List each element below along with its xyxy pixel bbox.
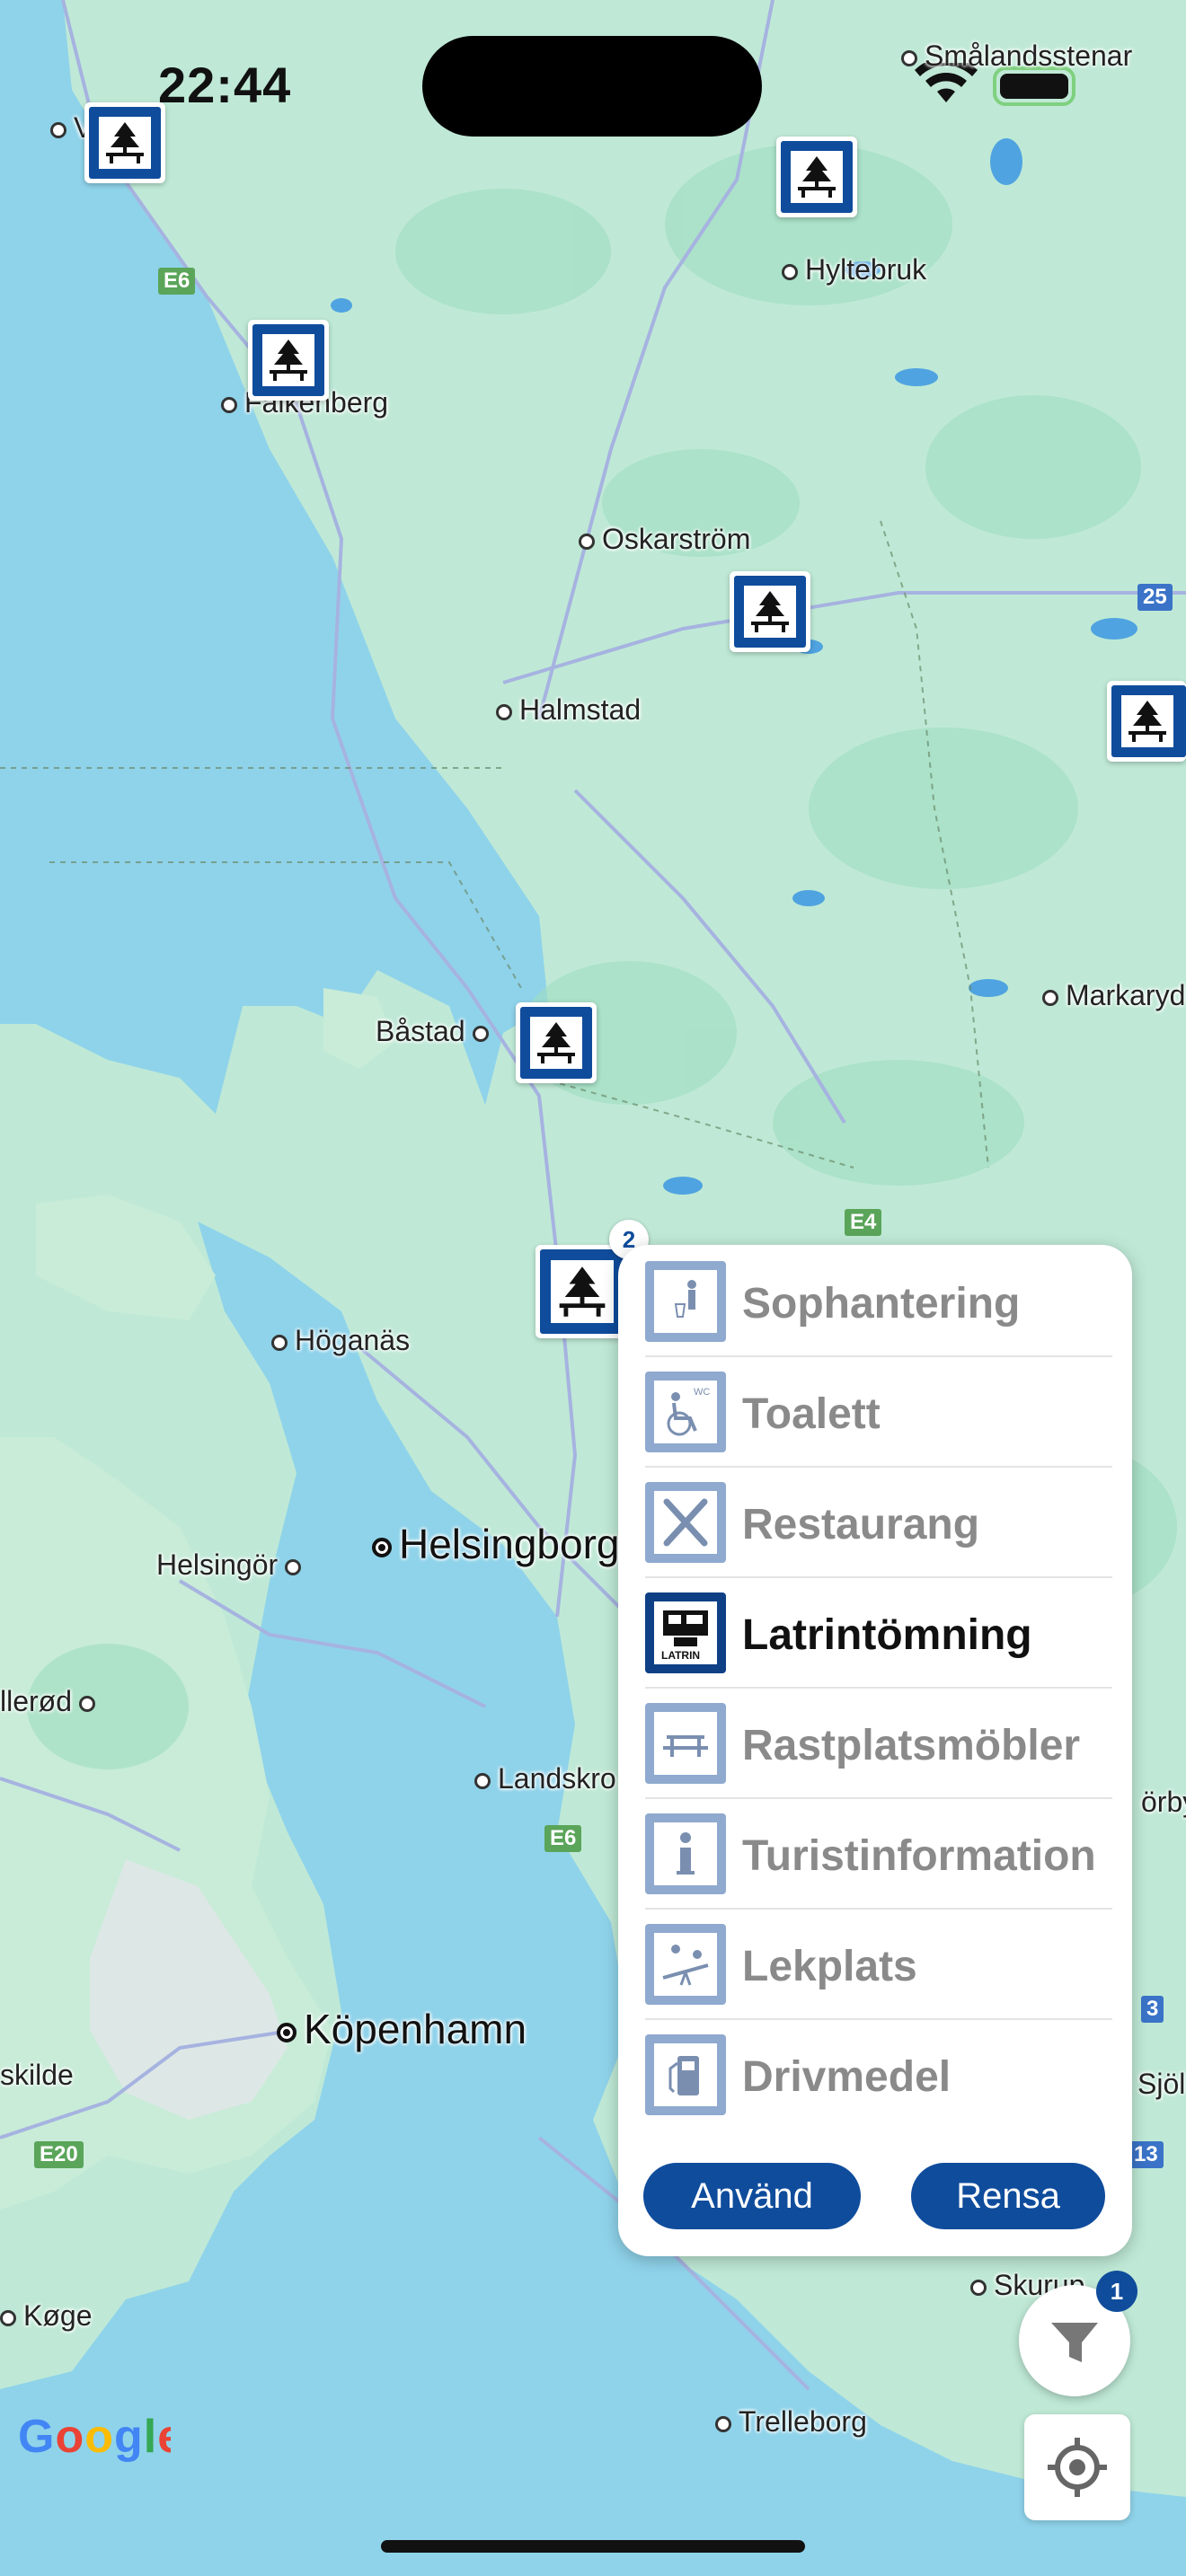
tree-bench-icon	[106, 122, 144, 163]
filter-label: Toalett	[742, 1390, 881, 1438]
dynamic-island	[422, 36, 762, 137]
place-label: Sjöl	[1137, 2068, 1186, 2100]
svg-text:LATRIN: LATRIN	[661, 1649, 700, 1662]
filter-label: Latrintömning	[742, 1611, 1032, 1659]
road-shield: E20	[34, 2141, 84, 2168]
rest-area-marker[interactable]	[84, 102, 165, 183]
playground-icon	[645, 1924, 726, 2005]
rest-area-marker[interactable]	[730, 571, 810, 652]
place-label: Oskarström	[579, 523, 750, 556]
filter-option-sophantering[interactable]: Sophantering	[645, 1245, 1112, 1357]
place-label: Landskro	[474, 1762, 616, 1795]
tree-bench-icon	[798, 156, 836, 198]
fork-knife-icon	[645, 1482, 726, 1563]
place-label: Markaryd	[1042, 979, 1185, 1012]
filter-option-toalett[interactable]: WC Toalett	[645, 1355, 1112, 1468]
filter-option-turistinformation[interactable]: Turistinformation	[645, 1797, 1112, 1910]
place-label: skilde	[0, 2059, 74, 2091]
filter-count-badge: 1	[1096, 2271, 1137, 2312]
filter-label: Lekplats	[742, 1943, 917, 1990]
place-label: Smålandsstenar	[901, 40, 1132, 73]
filter-label: Turistinformation	[742, 1832, 1096, 1880]
rest-area-marker[interactable]	[248, 320, 329, 401]
filter-panel: Sophantering WC Toalett Restaurang LATRI…	[618, 1245, 1132, 2256]
tree-bench-icon	[559, 1266, 606, 1317]
road-shield: E4	[845, 1209, 882, 1236]
wheelchair-wc-icon: WC	[645, 1372, 726, 1452]
road-shield: E6	[544, 1825, 582, 1852]
apply-button[interactable]: Använd	[643, 2163, 861, 2229]
place-label: Höganäs	[271, 1324, 410, 1357]
place-label: llerød	[0, 1685, 102, 1718]
crosshair-icon	[1048, 2438, 1107, 2497]
svg-text:Google: Google	[18, 2411, 171, 2463]
filter-option-latrintomning[interactable]: LATRIN Latrintömning	[645, 1576, 1112, 1689]
filter-label: Rastplatsmöbler	[742, 1722, 1081, 1769]
trash-person-icon	[645, 1261, 726, 1342]
latrine-dump-icon: LATRIN	[645, 1592, 726, 1673]
google-logo: Google	[18, 2411, 183, 2476]
home-indicator	[381, 2540, 805, 2553]
filter-label: Restaurang	[742, 1501, 980, 1548]
place-label: Trelleborg	[715, 2405, 867, 2439]
info-icon	[645, 1813, 726, 1894]
road-shield: 3	[1141, 1996, 1164, 2023]
place-label: Halmstad	[496, 693, 641, 727]
place-label-major: Köpenhamn	[277, 2005, 527, 2053]
tree-bench-icon	[537, 1022, 575, 1063]
filter-option-drivmedel[interactable]: Drivmedel	[645, 2018, 1112, 2129]
picnic-table-icon	[645, 1703, 726, 1784]
my-location-button[interactable]	[1024, 2414, 1130, 2520]
place-label: örby	[1141, 1786, 1186, 1818]
fuel-pump-icon	[645, 2034, 726, 2115]
rest-area-marker[interactable]	[1107, 681, 1186, 762]
place-label: Båstad	[376, 1015, 496, 1048]
tree-bench-icon	[270, 340, 307, 381]
filter-label: Drivmedel	[742, 2053, 951, 2101]
tree-bench-icon	[751, 591, 789, 632]
filter-label: Sophantering	[742, 1280, 1021, 1328]
filter-option-rastplatsmobler[interactable]: Rastplatsmöbler	[645, 1687, 1112, 1799]
rest-area-marker[interactable]	[516, 1002, 597, 1083]
road-shield: 13	[1128, 2141, 1164, 2168]
place-label: Helsingör	[156, 1548, 308, 1582]
filter-option-restaurang[interactable]: Restaurang	[645, 1466, 1112, 1578]
place-label: Køge	[0, 2299, 92, 2333]
clear-button[interactable]: Rensa	[911, 2163, 1105, 2229]
svg-text:WC: WC	[694, 1387, 710, 1398]
rest-area-marker[interactable]	[776, 137, 857, 217]
tree-bench-icon	[1128, 701, 1166, 742]
google-logo-graphic: Google	[18, 2411, 183, 2463]
place-label: Hyltebruk	[782, 253, 926, 287]
road-shield: 25	[1137, 584, 1173, 611]
status-time: 22:44	[158, 57, 292, 113]
road-shield: E6	[158, 268, 196, 295]
rest-area-cluster-marker[interactable]	[535, 1245, 629, 1338]
place-label-major: Helsingborg	[372, 1520, 619, 1568]
filter-option-lekplats[interactable]: Lekplats	[645, 1908, 1112, 2020]
